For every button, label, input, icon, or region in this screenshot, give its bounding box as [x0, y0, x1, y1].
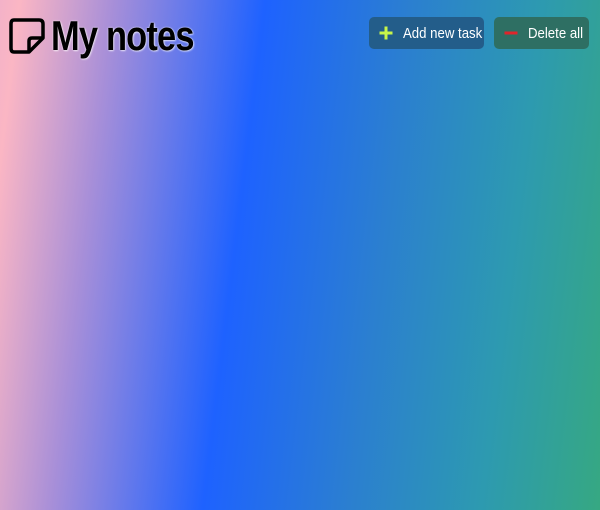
- add-new-task-label: Add new task: [403, 24, 483, 42]
- sticky-note-icon: [9, 18, 45, 54]
- add-new-task-button[interactable]: Add new task: [369, 17, 484, 49]
- page-header: My notes: [8, 12, 225, 60]
- plus-icon: [379, 26, 393, 40]
- delete-all-label: Delete all: [528, 24, 584, 42]
- toolbar: Add new task Delete all: [369, 17, 589, 49]
- minus-icon: [504, 31, 518, 35]
- page-title: My notes: [51, 12, 195, 59]
- delete-all-button[interactable]: Delete all: [494, 17, 589, 49]
